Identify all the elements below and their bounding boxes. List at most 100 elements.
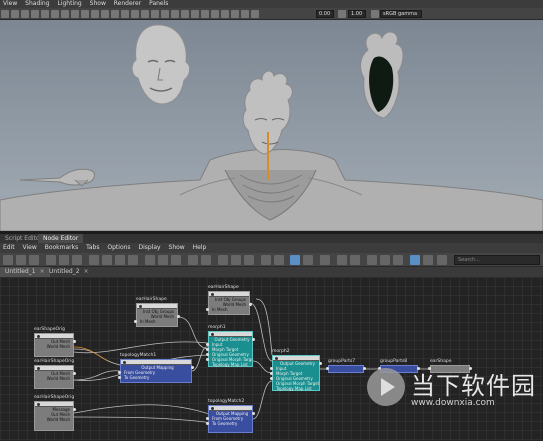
output-port[interactable]: [319, 362, 322, 365]
swatch-icon[interactable]: [261, 255, 271, 265]
node-group-parts-7[interactable]: groupParts7: [326, 359, 366, 373]
gamma-icon[interactable]: [338, 10, 346, 18]
wireframe-icon[interactable]: [111, 10, 119, 18]
graph-output-icon[interactable]: [29, 255, 39, 265]
menu-display[interactable]: Display: [135, 243, 163, 253]
pin-icon[interactable]: [303, 255, 313, 265]
menu-renderer[interactable]: Renderer: [111, 0, 144, 8]
safe-title-icon[interactable]: [101, 10, 109, 18]
frame-all-icon[interactable]: [188, 255, 198, 265]
input-port[interactable]: [206, 353, 209, 356]
remove-selected-icon[interactable]: [72, 255, 82, 265]
node-topology-match-2[interactable]: topologyMatch2 Output Mapping From Geome…: [206, 399, 255, 433]
smooth-shade-icon[interactable]: [121, 10, 129, 18]
ambient-occlusion-icon[interactable]: [171, 10, 179, 18]
input-port[interactable]: [206, 348, 209, 351]
output-port[interactable]: [252, 412, 255, 415]
default-material-icon[interactable]: [131, 10, 139, 18]
node-topology-match-1[interactable]: topologyMatch1 Output Mapping From Geome…: [118, 353, 194, 383]
menu-show[interactable]: Show: [87, 0, 109, 8]
input-port[interactable]: [206, 422, 209, 425]
attribute-row[interactable]: Topology Map List: [209, 362, 252, 367]
output-port[interactable]: [249, 303, 252, 306]
node-ear-shape-orig[interactable]: earShapeOrig Out Mesh World Mesh: [34, 327, 76, 357]
menu-shading[interactable]: Shading: [22, 0, 52, 8]
anti-alias-icon[interactable]: [191, 10, 199, 18]
node-ear-hair-shape[interactable]: earHairShape Inst Obj Groups World Mesh …: [134, 297, 180, 327]
attribute-view-simple-icon[interactable]: [102, 255, 112, 265]
menu-view[interactable]: View: [0, 0, 20, 8]
menu-view[interactable]: View: [20, 243, 40, 253]
connection-style-icon[interactable]: [290, 255, 300, 265]
input-port[interactable]: [270, 372, 273, 375]
input-port[interactable]: [206, 358, 209, 361]
dependency-icon[interactable]: [393, 255, 403, 265]
input-port[interactable]: [134, 320, 137, 323]
menu-panels[interactable]: Panels: [146, 0, 171, 8]
output-port[interactable]: [191, 366, 194, 369]
clear-graph-icon[interactable]: [46, 255, 56, 265]
menu-help[interactable]: Help: [190, 243, 210, 253]
exposure-field[interactable]: 0.00: [316, 10, 334, 18]
search-options-icon[interactable]: [437, 255, 447, 265]
gamma-field[interactable]: 1.00: [348, 10, 366, 18]
isolate-icon[interactable]: [211, 10, 219, 18]
step-forward-icon[interactable]: [380, 255, 390, 265]
tab-untitled-1[interactable]: Untitled_1 ×: [0, 267, 50, 277]
depth-of-field-icon[interactable]: [201, 10, 209, 18]
bookmark-create-icon[interactable]: [218, 255, 228, 265]
graph-input-output-icon[interactable]: [3, 255, 13, 265]
node-morph-1[interactable]: morph1 Output Geometry Input Morph Targe…: [206, 325, 255, 367]
bookmark-prev-icon[interactable]: [231, 255, 241, 265]
output-port[interactable]: [252, 338, 255, 341]
film-gate-icon[interactable]: [51, 10, 59, 18]
input-port[interactable]: [118, 376, 121, 379]
grid-toggle-icon[interactable]: [158, 255, 168, 265]
node-hair-shape-orig-2[interactable]: earHairShapeOrig Message Out Mesh World …: [34, 395, 76, 431]
node-hair-shape-orig[interactable]: earHairShapeOrig Out Mesh World Mesh: [34, 359, 76, 389]
bookmark-icon[interactable]: [21, 10, 29, 18]
hide-icon[interactable]: [320, 255, 330, 265]
output-port[interactable]: [363, 367, 366, 370]
textured-icon[interactable]: [141, 10, 149, 18]
bookmark-next-icon[interactable]: [244, 255, 254, 265]
refresh-icon[interactable]: [423, 255, 433, 265]
step-back-icon[interactable]: [367, 255, 377, 265]
input-port[interactable]: [326, 367, 329, 370]
layout-icon[interactable]: [89, 255, 99, 265]
input-port[interactable]: [118, 371, 121, 374]
attribute-row[interactable]: World Mesh: [35, 344, 73, 349]
attribute-view-custom-icon[interactable]: [145, 255, 155, 265]
safe-action-icon[interactable]: [91, 10, 99, 18]
graph-traversal-icon[interactable]: [410, 255, 420, 265]
menu-options[interactable]: Options: [104, 243, 133, 253]
resolution-gate-icon[interactable]: [61, 10, 69, 18]
node-ear-hair-shape-2[interactable]: earHairShape Inst Obj Groups World Mesh …: [206, 285, 252, 315]
field-chart-icon[interactable]: [81, 10, 89, 18]
color-space-dropdown[interactable]: sRGB gamma: [380, 10, 422, 18]
tab-node-editor[interactable]: Node Editor: [38, 234, 84, 243]
xray-icon[interactable]: [221, 10, 229, 18]
image-plane-icon[interactable]: [31, 10, 39, 18]
menu-lighting[interactable]: Lighting: [54, 0, 84, 8]
shadows-icon[interactable]: [161, 10, 169, 18]
attribute-row[interactable]: To Geometry: [209, 421, 252, 426]
lock-icon[interactable]: [11, 10, 19, 18]
attribute-row[interactable]: In Mesh: [209, 307, 249, 312]
tab-untitled-2[interactable]: Untitled_2 ×: [44, 267, 94, 277]
output-port[interactable]: [73, 340, 76, 343]
attribute-row[interactable]: World Mesh: [35, 376, 73, 381]
output-port[interactable]: [73, 372, 76, 375]
input-port[interactable]: [270, 377, 273, 380]
xray-joints-icon[interactable]: [231, 10, 239, 18]
graph-input-icon[interactable]: [16, 255, 26, 265]
motion-blur-icon[interactable]: [181, 10, 189, 18]
close-icon[interactable]: ×: [84, 268, 89, 275]
attribute-row[interactable]: World Mesh: [35, 417, 73, 422]
camera-icon[interactable]: [1, 10, 9, 18]
filter-down-icon[interactable]: [350, 255, 360, 265]
grid-icon[interactable]: [41, 10, 49, 18]
attribute-row[interactable]: To Geometry: [121, 375, 191, 380]
menu-show[interactable]: Show: [166, 243, 188, 253]
gate-mask-icon[interactable]: [71, 10, 79, 18]
